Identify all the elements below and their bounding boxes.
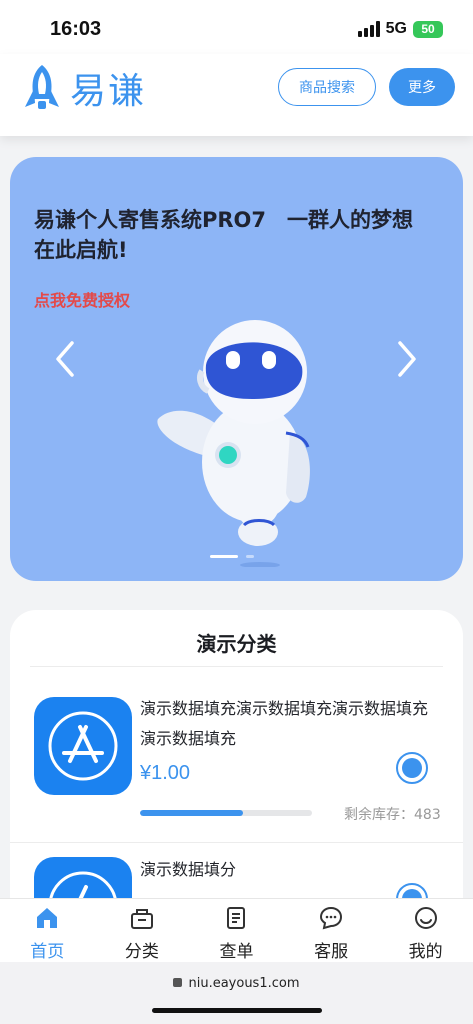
product-name: 演示数据填分 [140,860,237,879]
category-title: 演示分类 [196,632,277,656]
app-store-icon [34,697,132,795]
tab-support[interactable]: 客服 [284,899,379,962]
product-select-radio[interactable] [396,752,428,784]
signal-icon [357,21,380,37]
battery-icon: 50 [413,20,443,38]
status-time: 16:03 [50,18,102,40]
network-label: 5G [385,20,407,37]
more-button[interactable]: 更多 [389,68,455,106]
url-text: niu.eayous1.com [188,976,300,991]
basket-icon [129,905,155,931]
chevron-right-icon[interactable] [396,339,420,379]
status-indicators: 5G 50 [357,20,443,38]
promo-banner[interactable]: 易谦个人寄售系统PRO7 一群人的梦想在此启航! 点我免费授权 [10,157,463,581]
lock-icon [173,978,183,987]
banner-title: 易谦个人寄售系统PRO7 一群人的梦想在此启航! [34,208,414,262]
url-display[interactable]: niu.eayous1.com [0,976,473,991]
battery-level: 50 [421,22,435,36]
divider [30,666,443,667]
status-bar: 16:03 5G 50 [0,0,473,54]
tab-label: 查单 [219,942,254,962]
robot-illustration [157,320,310,567]
divider [10,842,463,843]
product-search-button[interactable]: 商品搜索 [278,68,376,106]
profile-icon [413,905,439,931]
product-price: ¥1.00 [140,762,191,784]
logo-text: 易谦 [70,71,147,112]
tab-label: 首页 [30,942,65,962]
tab-label: 客服 [314,942,349,962]
site-header: 易谦 商品搜索 更多 [0,54,473,136]
document-icon [223,905,249,931]
tab-orders[interactable]: 查单 [189,899,284,962]
tab-home[interactable]: 首页 [0,899,95,962]
chat-icon [318,905,344,931]
stock-remaining: 剩余库存：483 [344,807,441,823]
tab-label: 我的 [408,942,443,962]
product-name: 演示数据填充演示数据填充演示数据填充演示数据填充 [140,699,429,748]
home-indicator[interactable] [152,1008,322,1013]
stock-progress-fill [140,810,244,816]
carousel-dot[interactable] [246,555,254,558]
carousel-indicator[interactable] [210,555,254,558]
bottom-tab-bar: 首页 分类 查单 客服 我的 [0,898,473,962]
category-section: 演示分类 演示数据填充演示数据填充演示数据填充演示数据填充 ¥1.00 剩余库存… [10,610,463,955]
chevron-left-icon[interactable] [52,339,76,379]
home-icon [34,905,60,931]
tab-profile[interactable]: 我的 [378,899,473,962]
carousel-dot-active[interactable] [210,555,238,558]
free-license-link[interactable]: 点我免费授权 [34,287,130,311]
tab-label: 分类 [124,942,159,962]
stock-progress-bar [140,810,312,816]
browser-url-bar[interactable]: niu.eayous1.com [0,962,473,1024]
rocket-icon [25,65,59,109]
site-logo[interactable]: 易谦 [22,62,146,114]
radio-dot [402,758,422,778]
tab-category[interactable]: 分类 [95,899,190,962]
product-item[interactable]: 演示数据填充演示数据填充演示数据填充演示数据填充 ¥1.00 剩余库存：483 [10,694,463,844]
